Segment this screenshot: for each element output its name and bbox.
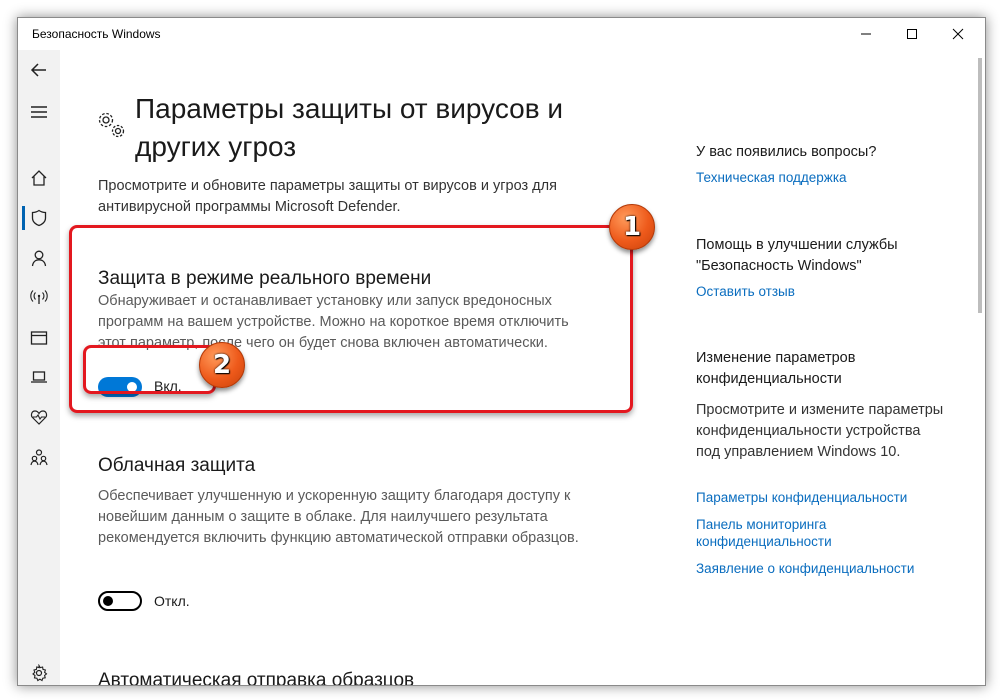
back-arrow-icon	[30, 63, 46, 77]
privacy-statement-link[interactable]: Заявление о конфиденциальности	[696, 560, 946, 577]
questions-heading: У вас появились вопросы?	[696, 144, 877, 160]
auto-submit-title: Автоматическая отправка образцов	[98, 670, 415, 686]
heart-pulse-icon	[30, 410, 48, 425]
title-bar: Безопасность Windows	[18, 18, 985, 50]
menu-button[interactable]	[18, 92, 60, 132]
sidebar-item-device-security[interactable]	[18, 357, 60, 397]
improve-heading: Помощь в улучшении службы "Безопасность …	[696, 237, 898, 274]
feedback-link[interactable]: Оставить отзыв	[696, 283, 946, 300]
page-title: Параметры защиты от вирусов и других угр…	[135, 93, 564, 162]
sidebar-item-virus-protection[interactable]	[18, 198, 60, 238]
page-description: Просмотрите и обновите параметры защиты …	[98, 178, 557, 215]
maximize-icon	[907, 29, 917, 39]
close-icon	[952, 28, 964, 40]
cloud-protection-description: Обеспечивает улучшенную и ускоренную защ…	[98, 488, 579, 546]
privacy-text: Просмотрите и измените параметры конфиде…	[696, 402, 944, 460]
privacy-settings-link[interactable]: Параметры конфиденциальности	[696, 489, 946, 506]
browser-window-icon	[30, 331, 48, 345]
family-icon	[30, 449, 48, 466]
minimize-icon	[861, 33, 871, 35]
sidebar-item-settings[interactable]	[18, 653, 60, 685]
sidebar	[18, 50, 60, 685]
minimize-button[interactable]	[843, 18, 889, 50]
privacy-dashboard-link[interactable]: Панель мониторинга конфиденциальности	[696, 516, 946, 550]
cloud-toggle-label: Откл.	[154, 593, 190, 609]
sidebar-item-app-browser[interactable]	[18, 318, 60, 358]
cloud-protection-toggle[interactable]	[98, 591, 142, 611]
toggle-knob	[103, 596, 113, 606]
active-indicator	[22, 206, 25, 230]
wifi-antenna-icon	[30, 290, 48, 304]
close-button[interactable]	[935, 18, 981, 50]
sidebar-item-home[interactable]	[18, 158, 60, 198]
maximize-button[interactable]	[889, 18, 935, 50]
scrollbar-thumb[interactable]	[978, 58, 982, 313]
callout-badge-2: 2	[199, 342, 245, 388]
sidebar-item-account[interactable]	[18, 238, 60, 278]
window-title: Безопасность Windows	[32, 27, 161, 41]
sidebar-item-family[interactable]	[18, 437, 60, 477]
home-icon	[31, 170, 47, 186]
laptop-icon	[31, 371, 47, 383]
toggle-highlight-box	[83, 345, 216, 394]
callout-badge-1: 1	[609, 204, 655, 250]
support-link[interactable]: Техническая поддержка	[696, 169, 946, 186]
cloud-protection-title: Облачная защита	[98, 455, 256, 476]
hamburger-icon	[31, 106, 47, 118]
sidebar-item-firewall[interactable]	[18, 277, 60, 317]
back-button[interactable]	[18, 50, 60, 90]
person-icon	[31, 250, 47, 267]
privacy-heading: Изменение параметров конфиденциальности	[696, 350, 856, 387]
shield-icon	[31, 209, 47, 227]
gear-icon	[32, 664, 48, 682]
gears-icon	[98, 112, 125, 138]
sidebar-item-device-health[interactable]	[18, 397, 60, 437]
